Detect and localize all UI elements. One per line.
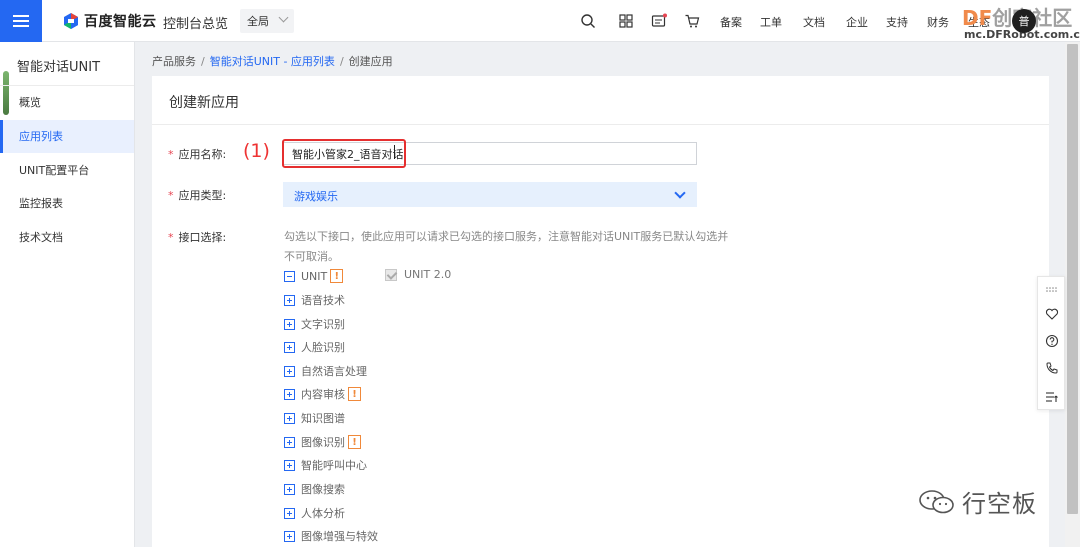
nav-finance[interactable]: 财务 <box>927 14 949 30</box>
phone-icon[interactable] <box>1045 361 1059 375</box>
message-icon[interactable] <box>651 13 667 29</box>
api-item-image-search[interactable]: 图像搜索 <box>284 481 345 497</box>
nav-enterprise[interactable]: 企业 <box>846 14 868 30</box>
nav-support[interactable]: 支持 <box>886 14 908 30</box>
search-icon[interactable] <box>580 13 596 29</box>
collapse-icon[interactable] <box>284 270 295 282</box>
grid-apps-icon[interactable] <box>618 13 634 29</box>
drag-handle-icon[interactable] <box>1045 283 1059 297</box>
api-item-label: 图像识别 <box>301 436 345 449</box>
api-item-label: 自然语言处理 <box>301 365 367 378</box>
favorite-heart-icon[interactable] <box>1045 307 1059 321</box>
api-item-label: 人体分析 <box>301 507 345 520</box>
breadcrumb-separator: / <box>201 55 205 68</box>
unit2-label: UNIT 2.0 <box>404 268 452 281</box>
cloud-logo-icon <box>64 13 78 29</box>
logo-text: 百度智能云 <box>84 14 157 30</box>
app-type-value: 游戏娱乐 <box>294 190 338 203</box>
app-type-label: * 应用类型: <box>168 189 227 202</box>
sidebar-title: 智能对话UNIT <box>17 60 101 75</box>
checkbox-checked-disabled-icon <box>385 268 397 281</box>
expand-icon[interactable] <box>284 294 295 306</box>
api-item-label: 图像增强与特效 <box>301 530 378 543</box>
expand-icon[interactable] <box>284 365 295 377</box>
api-item-nlp[interactable]: 自然语言处理 <box>284 363 367 379</box>
page-title: 创建新应用 <box>169 95 239 111</box>
api-hint-text: 勾选以下接口，使此应用可以请求已勾选的接口服务，注意智能对话UNIT服务已默认勾… <box>284 230 729 263</box>
sidebar-item-monitor-report[interactable]: 监控报表 <box>0 187 134 220</box>
expand-icon[interactable] <box>284 507 295 519</box>
region-select[interactable]: 全局 <box>240 9 294 33</box>
api-item-content-review[interactable]: 内容审核 ! <box>284 386 361 402</box>
expand-icon[interactable] <box>284 483 295 495</box>
sidebar: 智能对话UNIT 概览 应用列表 UNIT配置平台 监控报表 技术文档 <box>0 42 135 547</box>
api-item-label: 智能呼叫中心 <box>301 459 367 472</box>
sidebar-item-overview[interactable]: 概览 <box>0 86 134 119</box>
sidebar-item-unit-config[interactable]: UNIT配置平台 <box>0 154 134 187</box>
page-scrollbar-thumb[interactable] <box>1067 44 1078 514</box>
watermark-text: 行空板 <box>962 490 1037 518</box>
chevron-down-icon <box>674 187 686 199</box>
warning-icon: ! <box>348 387 361 401</box>
api-item-label: UNIT <box>301 269 328 283</box>
api-item-unit[interactable]: UNIT ! <box>284 268 344 284</box>
api-item-call-center[interactable]: 智能呼叫中心 <box>284 457 367 473</box>
api-item-image-recognition[interactable]: 图像识别 ! <box>284 434 361 450</box>
nav-filing[interactable]: 备案 <box>720 14 742 30</box>
expand-icon[interactable] <box>284 412 295 424</box>
breadcrumb-product-services[interactable]: 产品服务 <box>152 55 196 68</box>
nav-ticket[interactable]: 工单 <box>760 14 782 30</box>
app-name-label: * 应用名称: <box>168 148 227 161</box>
api-item-speech[interactable]: 语音技术 <box>284 292 345 308</box>
expand-icon[interactable] <box>284 459 295 471</box>
api-item-label: 图像搜索 <box>301 483 345 496</box>
hamburger-menu-button[interactable] <box>0 0 42 42</box>
api-select-label: * 接口选择: <box>168 231 227 244</box>
wechat-icon <box>919 489 954 513</box>
api-item-body-analysis[interactable]: 人体分析 <box>284 505 345 521</box>
breadcrumb-app-list[interactable]: 智能对话UNIT - 应用列表 <box>210 55 335 68</box>
cart-icon[interactable] <box>684 13 700 29</box>
floating-toolbar <box>1037 276 1065 410</box>
unit2-checkbox: UNIT 2.0 <box>385 268 451 281</box>
feedback-list-icon[interactable] <box>1045 390 1059 404</box>
help-icon[interactable] <box>1045 334 1059 348</box>
api-item-label: 文字识别 <box>301 318 345 331</box>
card-divider <box>152 124 1049 125</box>
step-annotation: (1) <box>243 140 270 162</box>
api-item-label: 人脸识别 <box>301 341 345 354</box>
user-avatar[interactable]: 普 <box>1012 9 1036 33</box>
expand-icon[interactable] <box>284 318 295 330</box>
expand-icon[interactable] <box>284 388 295 400</box>
api-item-knowledge-graph[interactable]: 知识图谱 <box>284 410 345 426</box>
breadcrumb-separator: / <box>339 55 344 68</box>
api-item-ocr[interactable]: 文字识别 <box>284 316 345 332</box>
sidebar-item-tech-docs[interactable]: 技术文档 <box>0 221 134 254</box>
expand-icon[interactable] <box>284 341 295 353</box>
api-item-label: 语音技术 <box>301 294 345 307</box>
console-overview-link[interactable]: 控制台总览 <box>163 13 228 32</box>
sidebar-item-app-list[interactable]: 应用列表 <box>0 120 134 153</box>
text-caret <box>394 145 395 159</box>
chevron-down-icon <box>278 12 289 23</box>
app-type-select[interactable]: 游戏娱乐 <box>283 182 697 207</box>
api-item-image-enhance[interactable]: 图像增强与特效 <box>284 528 378 544</box>
top-bar: 百度智能云 控制台总览 全局 备案 工单 文档 企业 支持 财务 生态 DF创客… <box>0 0 1080 42</box>
warning-icon: ! <box>348 435 361 449</box>
region-value: 全局 <box>247 15 269 28</box>
menu-icon <box>13 15 29 27</box>
breadcrumb: 产品服务 / 智能对话UNIT - 应用列表 / 创建应用 <box>152 53 393 69</box>
expand-icon[interactable] <box>284 436 295 448</box>
warning-icon: ! <box>330 269 344 283</box>
app-name-value: 智能小管家2_语音对话 <box>292 148 404 161</box>
api-item-face[interactable]: 人脸识别 <box>284 339 345 355</box>
api-item-label: 知识图谱 <box>301 412 345 425</box>
baidu-cloud-logo[interactable]: 百度智能云 <box>62 11 157 31</box>
wechat-watermark: 行空板 <box>918 484 1037 519</box>
nav-docs[interactable]: 文档 <box>803 14 825 30</box>
breadcrumb-current: 创建应用 <box>348 55 393 68</box>
api-item-label: 内容审核 <box>301 388 345 401</box>
expand-icon[interactable] <box>284 530 295 542</box>
